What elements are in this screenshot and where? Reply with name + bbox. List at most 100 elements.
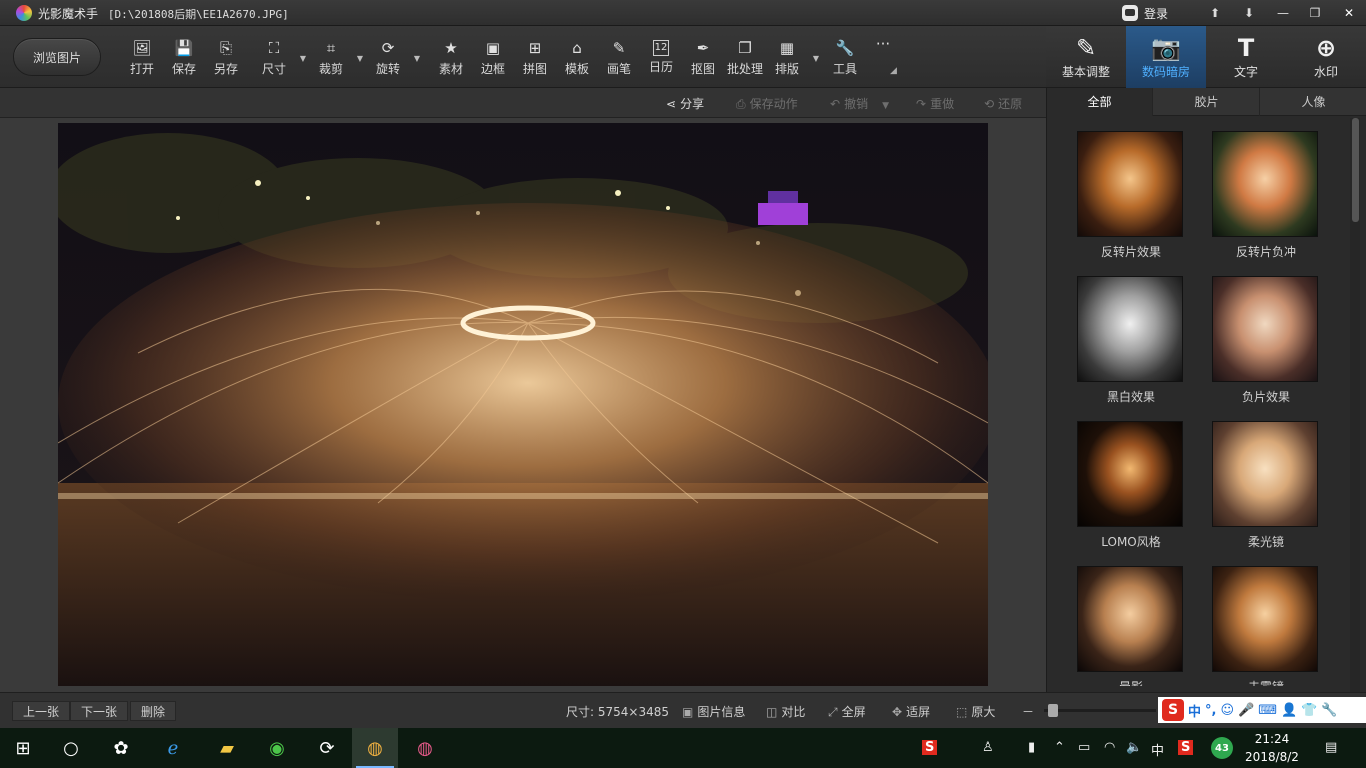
mic-icon[interactable]: 🎤 bbox=[1238, 703, 1254, 718]
filter-tab-portrait[interactable]: 人像 bbox=[1261, 88, 1366, 116]
user-icon[interactable]: 👤 bbox=[1281, 703, 1297, 718]
fullscreen-button[interactable]: ⤢ 全屏 bbox=[828, 703, 866, 720]
crop-button[interactable]: ⌗ 裁剪 ▼ bbox=[311, 38, 363, 82]
filter-thumbnail[interactable] bbox=[1077, 131, 1183, 237]
resize-button[interactable]: ⛶ 尺寸 ▼ bbox=[254, 38, 306, 82]
chevron-down-icon[interactable]: ▼ bbox=[882, 101, 889, 111]
save-action-button[interactable]: ⎙ 保存动作 bbox=[736, 95, 798, 112]
rotate-button[interactable]: ⟳ 旋转 ▼ bbox=[368, 38, 420, 82]
taskbar-clock[interactable]: 21:24 2018/8/2 bbox=[1244, 730, 1300, 766]
taskbar-app-1[interactable]: ✿ bbox=[98, 728, 144, 768]
layout-button[interactable]: ▦ 排版 ▼ bbox=[767, 38, 819, 82]
chevron-down-icon[interactable]: ▼ bbox=[357, 54, 363, 63]
filter-thumbnail[interactable] bbox=[1077, 566, 1183, 672]
filter-lomo[interactable]: LOMO风格 bbox=[1077, 421, 1185, 550]
sogou-tray-icon[interactable]: S bbox=[922, 740, 938, 755]
filter-thumbnail[interactable] bbox=[1212, 276, 1318, 382]
frame-button[interactable]: ▣ 边框 bbox=[473, 38, 513, 82]
compare-button[interactable]: ◫ 对比 bbox=[766, 703, 805, 720]
sogou-icon[interactable]: S bbox=[1178, 740, 1194, 755]
cortana-button[interactable]: ○ bbox=[48, 728, 94, 768]
chevron-down-icon[interactable]: ▼ bbox=[813, 54, 819, 63]
start-button[interactable]: ⊞ bbox=[0, 728, 46, 768]
tab-basic-adjust[interactable]: ✎ 基本调整 bbox=[1046, 26, 1126, 88]
fit-screen-button[interactable]: ✥ 适屏 bbox=[892, 703, 930, 720]
expand-corner-icon[interactable]: ◢ bbox=[890, 66, 897, 76]
skin-up-button[interactable]: ⬆ bbox=[1198, 0, 1232, 26]
more-button[interactable]: ··· bbox=[863, 34, 903, 78]
filter-tab-all[interactable]: 全部 bbox=[1047, 88, 1153, 116]
zoom-slider[interactable] bbox=[1044, 704, 1156, 717]
punctuation-icon[interactable]: °, bbox=[1205, 703, 1216, 718]
filter-scrollbar[interactable] bbox=[1350, 118, 1360, 692]
delete-button[interactable]: 删除 bbox=[130, 701, 177, 721]
tab-digital-darkroom[interactable]: 📷 数码暗房 bbox=[1126, 26, 1206, 88]
filter-thumbnail[interactable] bbox=[1212, 421, 1318, 527]
filter-defog[interactable]: 去雾镜 bbox=[1212, 566, 1320, 686]
cutout-button[interactable]: ✒ 抠图 bbox=[683, 38, 723, 82]
chevron-up-icon[interactable]: ⌃ bbox=[1054, 740, 1065, 755]
sogou-icon[interactable]: S bbox=[1162, 699, 1184, 721]
batch-button[interactable]: ❐ 批处理 bbox=[725, 38, 765, 82]
scrollbar-thumb[interactable] bbox=[1352, 118, 1359, 222]
filter-reverse-film-negative[interactable]: 反转片负冲 bbox=[1212, 131, 1320, 260]
ime-toolbar[interactable]: S 中 °, ☺ 🎤 ⌨ 👤 👕 🔧 bbox=[1158, 697, 1366, 723]
people-icon[interactable]: ♙ bbox=[982, 740, 994, 755]
skin-icon[interactable]: 👕 bbox=[1301, 703, 1317, 718]
filter-thumbnail[interactable] bbox=[1212, 566, 1318, 672]
close-button[interactable]: ✕ bbox=[1332, 0, 1366, 26]
taskbar-ie[interactable]: ℯ bbox=[150, 728, 196, 768]
maximize-button[interactable]: ❐ bbox=[1298, 0, 1332, 26]
wrench-icon[interactable]: 🔧 bbox=[1321, 703, 1337, 718]
taskbar-app-color[interactable]: ◍ bbox=[402, 728, 448, 768]
action-center-icon[interactable]: ▤ bbox=[1325, 740, 1337, 755]
filter-thumbnail[interactable] bbox=[1077, 421, 1183, 527]
tray-lang[interactable]: 中 bbox=[1151, 740, 1164, 759]
notification-badge[interactable]: 43 bbox=[1211, 737, 1233, 759]
zoom-out-button[interactable]: － bbox=[1022, 703, 1034, 720]
keyboard-icon[interactable]: ⌨ bbox=[1258, 703, 1277, 718]
taskbar-photo-editor[interactable]: ◍ bbox=[352, 728, 398, 768]
taskbar-app-sync[interactable]: ⟳ bbox=[304, 728, 350, 768]
restore-button[interactable]: ⟲ 还原 bbox=[984, 95, 1022, 112]
undo-button[interactable]: ↶ 撤销 ▼ bbox=[830, 95, 889, 112]
login-button[interactable]: 登录 bbox=[1122, 3, 1168, 23]
next-image-button[interactable]: 下一张 bbox=[70, 701, 129, 721]
zoom-slider-knob[interactable] bbox=[1048, 704, 1059, 717]
main-photo[interactable] bbox=[58, 123, 988, 686]
volume-icon[interactable]: 🔈 bbox=[1126, 740, 1142, 755]
battery-icon[interactable]: ▮ bbox=[1028, 740, 1035, 755]
share-button[interactable]: ⋖ 分享 bbox=[666, 95, 704, 112]
power-icon[interactable]: ▭ bbox=[1078, 740, 1090, 755]
calendar-button[interactable]: 12 日历 bbox=[641, 38, 681, 82]
browse-images-button[interactable]: 浏览图片 bbox=[13, 38, 101, 76]
template-button[interactable]: ⌂ 模板 bbox=[557, 38, 597, 82]
save-as-button[interactable]: ⎘ 另存 bbox=[206, 38, 246, 82]
filter-tab-film[interactable]: 胶片 bbox=[1154, 88, 1260, 116]
chevron-down-icon[interactable]: ▼ bbox=[414, 54, 420, 63]
original-size-button[interactable]: ⬚ 原大 bbox=[956, 703, 995, 720]
filter-negative[interactable]: 负片效果 bbox=[1212, 276, 1320, 405]
tab-text[interactable]: T 文字 bbox=[1206, 26, 1286, 88]
collage-button[interactable]: ⊞ 拼图 bbox=[515, 38, 555, 82]
ime-lang-label[interactable]: 中 bbox=[1188, 701, 1201, 720]
tools-button[interactable]: 🔧 工具 bbox=[825, 38, 865, 82]
save-button[interactable]: 💾 保存 bbox=[164, 38, 204, 82]
taskbar-explorer[interactable]: ▰ bbox=[204, 728, 250, 768]
material-button[interactable]: ★ 素材 bbox=[431, 38, 471, 82]
filter-reverse-film[interactable]: 反转片效果 bbox=[1077, 131, 1185, 260]
open-button[interactable]: 🖼 打开 bbox=[122, 38, 162, 82]
wifi-icon[interactable]: ◠ bbox=[1104, 740, 1115, 755]
filter-thumbnail[interactable] bbox=[1077, 276, 1183, 382]
chevron-down-icon[interactable]: ▼ bbox=[300, 54, 306, 63]
filter-soft-light[interactable]: 柔光镜 bbox=[1212, 421, 1320, 550]
tab-watermark[interactable]: ⊕ 水印 bbox=[1286, 26, 1366, 88]
taskbar-app-green[interactable]: ◉ bbox=[254, 728, 300, 768]
brush-button[interactable]: ✎ 画笔 bbox=[599, 38, 639, 82]
image-canvas[interactable] bbox=[0, 118, 1046, 692]
redo-button[interactable]: ↷ 重做 bbox=[916, 95, 954, 112]
minimize-button[interactable]: — bbox=[1266, 0, 1300, 26]
emoji-icon[interactable]: ☺ bbox=[1220, 703, 1234, 718]
filter-thumbnail[interactable] bbox=[1212, 131, 1318, 237]
image-info-button[interactable]: ▣ 图片信息 bbox=[682, 703, 745, 720]
